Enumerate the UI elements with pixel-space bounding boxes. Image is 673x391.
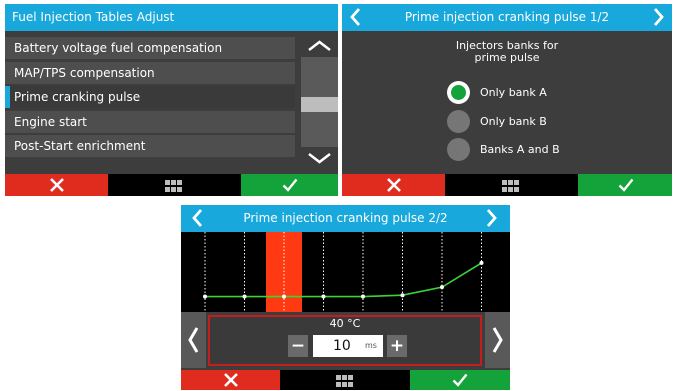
chevron-right-icon — [486, 209, 497, 227]
increment-button[interactable]: + — [387, 335, 407, 357]
radio-label: Only bank B — [480, 115, 547, 128]
checkmark-icon — [282, 178, 298, 192]
list-item-prime-cranking-pulse[interactable]: Prime cranking pulse — [5, 86, 295, 108]
menu-button[interactable] — [445, 174, 578, 196]
x-icon — [50, 178, 64, 192]
radio-banks-a-and-b[interactable]: Banks A and B — [447, 138, 567, 162]
chevron-up-icon — [308, 40, 331, 51]
curve-point — [203, 294, 207, 299]
x-icon — [387, 178, 401, 192]
list-item-label: Engine start — [14, 115, 87, 129]
cancel-button[interactable] — [342, 174, 445, 196]
list-scrollbar[interactable] — [301, 35, 338, 169]
pulse-value: 10 — [333, 338, 351, 354]
title-bar: Prime injection cranking pulse 1/2 — [342, 4, 672, 31]
checkmark-icon — [452, 373, 468, 387]
bottom-bar — [181, 370, 510, 390]
list-item-label: Post-Start enrichment — [14, 139, 146, 153]
value-editor: 40 °C − 10 ms + — [208, 315, 482, 366]
list-item-label: MAP/TPS compensation — [14, 66, 155, 80]
confirm-button[interactable] — [578, 174, 672, 196]
forward-button[interactable] — [484, 207, 500, 229]
pulse-value-field[interactable]: 10 ms — [313, 335, 383, 357]
title-bar: Prime injection cranking pulse 2/2 — [181, 205, 510, 232]
chevron-down-icon — [308, 153, 331, 164]
grid-icon — [336, 375, 354, 387]
pulse-curve-line — [205, 262, 482, 298]
menu-button[interactable] — [108, 174, 241, 196]
chevron-right-icon — [653, 8, 664, 26]
grid-icon — [502, 180, 520, 192]
list-item-map-tps[interactable]: MAP/TPS compensation — [5, 62, 295, 84]
radio-label: Banks A and B — [480, 143, 560, 156]
chevron-left-icon — [188, 327, 199, 353]
grid-icon — [165, 180, 183, 192]
scroll-down-button[interactable] — [301, 147, 338, 169]
next-point-button[interactable] — [485, 312, 510, 368]
pulse-unit: ms — [365, 341, 377, 350]
curve-point — [321, 294, 326, 299]
fuel-injection-tables-screen: Fuel Injection Tables Adjust Battery vol… — [5, 4, 338, 196]
list-item-post-start-enrichment[interactable]: Post-Start enrichment — [5, 135, 295, 157]
checkmark-icon — [618, 178, 634, 192]
forward-button[interactable] — [651, 6, 667, 28]
curve-point — [479, 260, 484, 265]
curve-point — [361, 294, 365, 299]
radio-only-bank-a[interactable]: Only bank A — [447, 81, 567, 105]
curve-point — [242, 294, 247, 299]
confirm-button[interactable] — [241, 174, 338, 196]
pulse-curve-chart[interactable] — [181, 232, 510, 312]
menu-button[interactable] — [280, 370, 410, 390]
list-item-label: Prime cranking pulse — [14, 90, 141, 104]
radio-circle — [447, 110, 470, 133]
screen-title: Prime injection cranking pulse 1/2 — [404, 10, 610, 24]
bottom-bar — [342, 174, 672, 196]
previous-point-button[interactable] — [181, 312, 206, 368]
curve-point — [282, 294, 286, 299]
list-item-label: Battery voltage fuel compensation — [14, 41, 223, 55]
scroll-thumb[interactable] — [301, 97, 338, 112]
x-icon — [224, 373, 238, 387]
temperature-label: 40 °C — [329, 317, 361, 330]
chevron-right-icon — [492, 327, 503, 353]
bank-selection-screen: Prime injection cranking pulse 1/2 Injec… — [342, 4, 672, 196]
radio-only-bank-b[interactable]: Only bank B — [447, 110, 567, 134]
list-item-engine-start[interactable]: Engine start — [5, 111, 295, 133]
curve-point — [400, 293, 405, 298]
radio-label: Only bank A — [480, 86, 547, 99]
screen-title: Fuel Injection Tables Adjust — [12, 10, 175, 24]
selection-marker — [5, 86, 10, 108]
radio-circle — [447, 81, 470, 104]
prompt-line-2: prime pulse — [474, 51, 540, 64]
list-item-battery-voltage[interactable]: Battery voltage fuel compensation — [5, 37, 295, 59]
decrement-button[interactable]: − — [288, 335, 308, 357]
confirm-button[interactable] — [410, 370, 510, 390]
scroll-up-button[interactable] — [301, 35, 338, 57]
title-bar: Fuel Injection Tables Adjust — [5, 4, 338, 31]
curve-point — [440, 285, 444, 290]
screen-title: Prime injection cranking pulse 2/2 — [243, 211, 448, 225]
cancel-button[interactable] — [181, 370, 280, 390]
pulse-curve-svg — [203, 232, 484, 312]
pulse-table-screen: Prime injection cranking pulse 2/2 40 °C… — [181, 205, 510, 390]
radio-circle — [447, 138, 470, 161]
bottom-bar — [5, 174, 338, 196]
cancel-button[interactable] — [5, 174, 108, 196]
